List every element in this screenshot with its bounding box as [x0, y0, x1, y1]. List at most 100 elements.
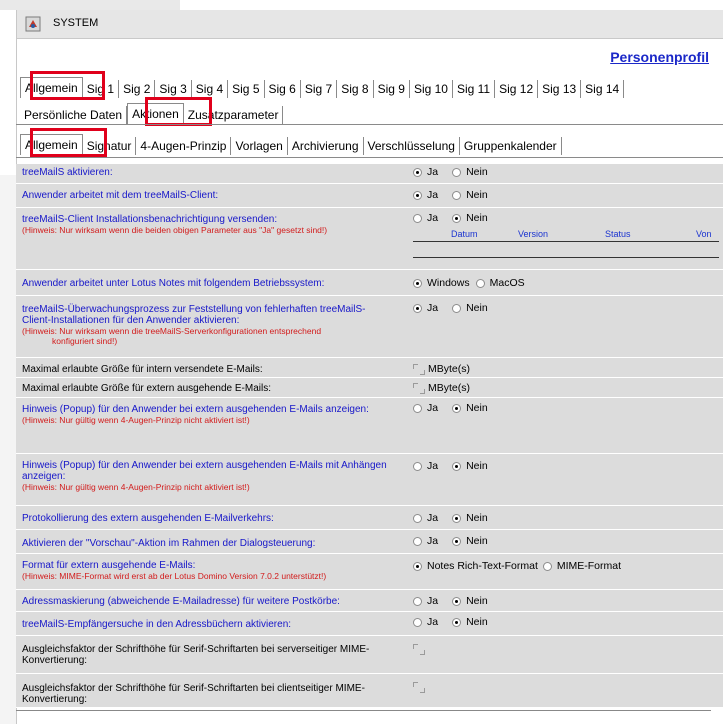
setting-label: treeMailS-Client Installationsbenachrich…	[22, 214, 394, 235]
external-size-input[interactable]	[413, 382, 425, 394]
radio-button-checked[interactable]	[413, 278, 422, 288]
setting-row: Protokollierung des extern ausgehenden E…	[16, 506, 723, 530]
radio-button[interactable]	[413, 536, 422, 546]
radio-button-checked[interactable]	[452, 461, 462, 471]
title-bar: SYSTEM	[17, 10, 723, 39]
radio-option-nein[interactable]: Nein	[452, 212, 488, 224]
radio-button-checked[interactable]	[413, 561, 422, 571]
column-status: Status	[605, 229, 631, 239]
label-text: Hinweis (Popup) für den Anwender bei ext…	[22, 404, 369, 415]
radio-group: Ja Nein	[413, 166, 502, 178]
tab-sig-11[interactable]: Sig 11	[453, 80, 496, 98]
radio-option-ja[interactable]: Ja	[413, 512, 438, 524]
radio-button[interactable]	[413, 213, 422, 223]
radio-button-checked[interactable]	[452, 596, 462, 606]
radio-button-checked[interactable]	[413, 190, 422, 200]
radio-option-nein[interactable]: Nein	[452, 189, 488, 201]
subtab-gruppenkalender[interactable]: Gruppenkalender	[460, 137, 562, 155]
tab-sig-6[interactable]: Sig 6	[265, 80, 301, 98]
subtab-verschluesselung[interactable]: Verschlüsselung	[364, 137, 460, 155]
radio-button-checked[interactable]	[413, 167, 422, 177]
setting-label: Anwender arbeitet unter Lotus Notes mit …	[22, 278, 325, 289]
radio-option-nein[interactable]: Nein	[452, 595, 488, 607]
tab-persoenliche-daten[interactable]: Persönliche Daten	[20, 106, 128, 124]
radio-button-checked[interactable]	[452, 213, 462, 223]
tab-sig-13[interactable]: Sig 13	[538, 80, 582, 98]
radio-group: Ja Nein	[413, 212, 502, 224]
radio-button-checked[interactable]	[452, 617, 462, 627]
radio-button-checked[interactable]	[452, 513, 462, 523]
radio-button[interactable]	[452, 190, 462, 200]
tab-zusatzparameter[interactable]: Zusatzparameter	[184, 106, 284, 124]
radio-button[interactable]	[413, 461, 422, 471]
subtab-archivierung[interactable]: Archivierung	[288, 137, 364, 155]
tab-sig-8[interactable]: Sig 8	[337, 80, 374, 98]
column-von: Von	[696, 229, 712, 239]
tab-sig-4[interactable]: Sig 4	[192, 80, 229, 98]
radio-option-windows[interactable]: Windows	[413, 277, 470, 289]
radio-group: Ja Nein	[413, 595, 502, 607]
radio-option-nein[interactable]: Nein	[452, 512, 488, 524]
radio-option-ja[interactable]: Ja	[413, 402, 438, 414]
radio-button[interactable]	[475, 278, 485, 288]
radio-button[interactable]	[542, 561, 552, 571]
window-title: SYSTEM	[53, 17, 99, 29]
radio-option-macos[interactable]: MacOS	[475, 277, 525, 289]
tab-sig-5[interactable]: Sig 5	[228, 80, 265, 98]
tab-sig-2[interactable]: Sig 2	[119, 80, 156, 98]
radio-option-nein[interactable]: Nein	[452, 166, 488, 178]
serif-factor-server-input[interactable]	[413, 644, 425, 655]
radio-option-ja[interactable]: Ja	[413, 535, 438, 547]
subtab-divider	[16, 157, 723, 158]
radio-option-ja[interactable]: Ja	[413, 189, 438, 201]
serif-factor-client-input[interactable]	[413, 682, 425, 693]
subtab-vorlagen[interactable]: Vorlagen	[231, 137, 288, 155]
radio-button-checked[interactable]	[452, 403, 462, 413]
radio-option-mime[interactable]: MIME-Format	[542, 560, 621, 572]
hint-text: konfiguriert sind!)	[52, 336, 118, 346]
subtab-allgemein[interactable]: Allgemein	[20, 134, 83, 155]
tab-sig-9[interactable]: Sig 9	[374, 80, 410, 98]
tab-sig-3[interactable]: Sig 3	[155, 80, 192, 98]
tab-sig-1[interactable]: Sig 1	[83, 80, 120, 98]
hint-text: (Hinweis: Nur gültig wenn 4-Augen-Prinzi…	[22, 482, 250, 492]
radio-option-notes-rich-text[interactable]: Notes Rich-Text-Format	[413, 560, 538, 572]
tab-sig-14[interactable]: Sig 14	[581, 80, 625, 98]
subtab-4-augen-prinzip[interactable]: 4-Augen-Prinzip	[136, 137, 232, 155]
radio-button[interactable]	[413, 403, 422, 413]
radio-button[interactable]	[452, 303, 462, 313]
radio-option-ja[interactable]: Ja	[413, 166, 438, 178]
radio-option-nein[interactable]: Nein	[452, 460, 488, 472]
subtab-signatur[interactable]: Signatur	[83, 137, 137, 155]
radio-button-checked[interactable]	[452, 536, 462, 546]
radio-button[interactable]	[413, 617, 422, 627]
tab-sig-12[interactable]: Sig 12	[495, 80, 539, 98]
hint-text: (Hinweis: Nur gültig wenn 4-Augen-Prinzi…	[22, 415, 250, 425]
radio-option-ja[interactable]: Ja	[413, 302, 438, 314]
radio-option-nein[interactable]: Nein	[452, 616, 488, 628]
setting-row: Maximal erlaubte Größe für extern ausgeh…	[16, 378, 723, 398]
tab-sig-10[interactable]: Sig 10	[410, 80, 453, 98]
radio-option-nein[interactable]: Nein	[452, 302, 488, 314]
setting-label: Protokollierung des extern ausgehenden E…	[22, 513, 274, 524]
radio-option-ja[interactable]: Ja	[413, 460, 438, 472]
section-tabs: Persönliche Daten Aktionen Zusatzparamet…	[20, 100, 284, 124]
tab-aktionen[interactable]: Aktionen	[127, 103, 184, 124]
column-datum: Datum	[451, 229, 478, 239]
radio-option-ja[interactable]: Ja	[413, 616, 438, 628]
radio-option-ja[interactable]: Ja	[413, 212, 438, 224]
radio-option-ja[interactable]: Ja	[413, 595, 438, 607]
background-window-strip	[0, 0, 180, 10]
internal-size-input[interactable]	[413, 363, 425, 375]
size-input-group: MByte(s)	[413, 363, 470, 375]
radio-option-nein[interactable]: Nein	[452, 402, 488, 414]
radio-button[interactable]	[413, 513, 422, 523]
radio-button-checked[interactable]	[413, 303, 422, 313]
personenprofil-link[interactable]: Personenprofil	[610, 49, 709, 65]
tab-sig-7[interactable]: Sig 7	[301, 80, 338, 98]
radio-option-nein[interactable]: Nein	[452, 535, 488, 547]
radio-button[interactable]	[413, 596, 422, 606]
radio-button[interactable]	[452, 167, 462, 177]
tab-allgemein[interactable]: Allgemein	[20, 77, 83, 98]
setting-label: Aktivieren der "Vorschau"-Aktion im Rahm…	[22, 538, 316, 549]
